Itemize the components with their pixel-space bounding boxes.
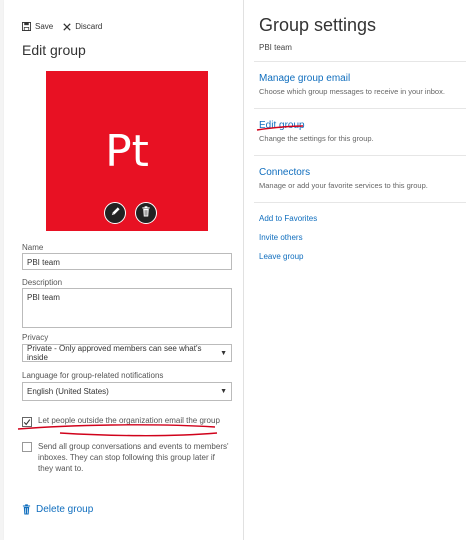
- manage-group-email-link[interactable]: Manage group email: [259, 73, 464, 84]
- invite-others-link[interactable]: Invite others: [259, 233, 303, 242]
- leave-group-link[interactable]: Leave group: [259, 252, 303, 261]
- privacy-label: Privacy: [22, 333, 49, 342]
- group-initials: Pt: [105, 126, 149, 177]
- edit-group-panel: Save Discard Edit group Pt Name PBI team…: [4, 0, 244, 540]
- divider: [254, 61, 466, 62]
- save-icon: [22, 22, 31, 31]
- divider: [254, 155, 466, 156]
- description-label: Description: [22, 278, 63, 287]
- save-label: Save: [35, 22, 54, 31]
- trash-icon: [141, 204, 151, 222]
- external-email-label: Let people outside the organization emai…: [38, 416, 220, 425]
- settings-item-edit-group: Edit group Change the settings for this …: [259, 120, 464, 143]
- save-button[interactable]: Save: [22, 22, 53, 31]
- chevron-down-icon: ▼: [220, 388, 227, 395]
- send-conversations-option: Send all group conversations and events …: [22, 441, 232, 474]
- checkmark-icon: [23, 419, 31, 426]
- external-email-checkbox[interactable]: [22, 417, 32, 427]
- settings-item-connectors: Connectors Manage or add your favorite s…: [259, 167, 464, 190]
- send-conversations-label: Send all group conversations and events …: [38, 442, 229, 473]
- page-title: Edit group: [22, 42, 86, 58]
- name-label: Name: [22, 243, 44, 252]
- language-select[interactable]: English (United States) ▼: [22, 382, 232, 401]
- chevron-down-icon: ▼: [220, 349, 227, 357]
- group-settings-panel: Group settings PBI team Manage group ema…: [244, 0, 474, 540]
- toolbar: Save Discard: [22, 22, 112, 31]
- divider: [254, 202, 466, 203]
- delete-group-label: Delete group: [36, 504, 94, 515]
- send-conversations-checkbox[interactable]: [22, 442, 32, 452]
- connectors-link[interactable]: Connectors: [259, 167, 464, 178]
- discard-button[interactable]: Discard: [63, 22, 102, 31]
- divider: [254, 108, 466, 109]
- connectors-desc: Manage or add your favorite services to …: [259, 181, 428, 190]
- add-to-favorites-link[interactable]: Add to Favorites: [259, 214, 317, 223]
- pencil-icon: [110, 204, 121, 222]
- close-icon: [63, 22, 71, 31]
- delete-photo-button[interactable]: [135, 202, 157, 224]
- discard-label: Discard: [75, 22, 103, 31]
- language-label: Language for group-related notifications: [22, 371, 164, 380]
- edit-photo-button[interactable]: [104, 202, 126, 224]
- description-field[interactable]: PBI team: [22, 288, 232, 328]
- edit-group-link[interactable]: Edit group: [259, 120, 464, 131]
- settings-subtitle: PBI team: [259, 43, 292, 52]
- trash-icon: [22, 504, 31, 515]
- privacy-select[interactable]: Private - Only approved members can see …: [22, 344, 232, 362]
- settings-item-manage-email: Manage group email Choose which group me…: [259, 73, 464, 96]
- manage-group-email-desc: Choose which group messages to receive i…: [259, 87, 445, 96]
- external-email-option: Let people outside the organization emai…: [22, 416, 237, 427]
- language-value: English (United States): [27, 387, 109, 396]
- privacy-value: Private - Only approved members can see …: [27, 344, 202, 362]
- settings-title: Group settings: [259, 15, 377, 35]
- group-photo: Pt: [46, 71, 208, 231]
- delete-group-button[interactable]: Delete group: [22, 504, 93, 515]
- edit-group-desc: Change the settings for this group.: [259, 134, 374, 143]
- name-field[interactable]: PBI team: [22, 253, 232, 270]
